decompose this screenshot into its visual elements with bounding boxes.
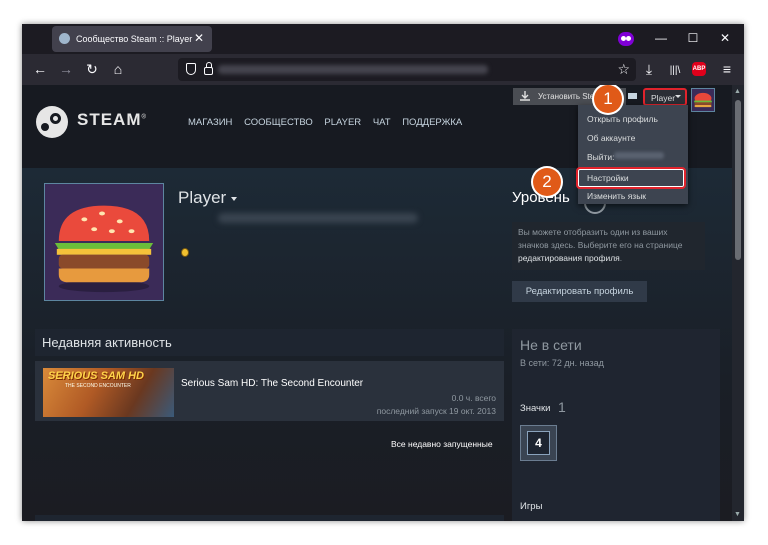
chevron-down-icon bbox=[231, 196, 238, 201]
steam-logo-text[interactable]: STEAM® bbox=[77, 110, 147, 130]
download-icon bbox=[520, 91, 530, 101]
capsule-title: SERIOUS SAM HD bbox=[48, 370, 144, 382]
logout-account-blurred bbox=[614, 152, 664, 159]
tab-close-icon[interactable]: ✕ bbox=[194, 32, 204, 44]
main-nav: МАГАЗИН СООБЩЕСТВО PLAYER ЧАТ ПОДДЕРЖКА bbox=[188, 117, 471, 128]
tracking-shield-icon[interactable] bbox=[186, 63, 196, 75]
forward-icon[interactable]: → bbox=[57, 61, 75, 77]
app-menu-icon[interactable]: ≡ bbox=[718, 61, 736, 77]
steam-logo-icon[interactable] bbox=[36, 106, 68, 138]
online-status: Не в сети bbox=[520, 337, 582, 353]
adblock-icon[interactable]: ABP bbox=[692, 62, 706, 76]
page-scrollbar[interactable]: ▲ ▼ bbox=[732, 85, 744, 521]
tab-title: Сообщество Steam :: Player bbox=[76, 34, 193, 44]
edit-profile-link[interactable]: редактирования профиля bbox=[518, 253, 620, 263]
notifications-envelope-icon[interactable] bbox=[628, 93, 637, 99]
chevron-down-icon bbox=[675, 95, 681, 98]
profile-username-text: Player bbox=[178, 188, 227, 207]
steam-page: STEAM® МАГАЗИН СООБЩЕСТВО PLAYER ЧАТ ПОД… bbox=[22, 85, 732, 521]
lock-icon[interactable] bbox=[204, 62, 213, 75]
navigation-toolbar: ← → ↻ ⌂ ☆ ⤓ |||\ ABP ≡ bbox=[22, 54, 744, 85]
library-icon[interactable]: |||\ bbox=[666, 63, 684, 79]
account-name: Player bbox=[651, 93, 676, 103]
nav-store[interactable]: МАГАЗИН bbox=[188, 117, 232, 128]
game-capsule-image[interactable]: SERIOUS SAM HD THE SECOND ENCOUNTER bbox=[43, 368, 174, 417]
back-icon[interactable]: ← bbox=[31, 61, 49, 77]
maximize-button[interactable]: ☐ bbox=[685, 31, 701, 45]
trademark: ® bbox=[141, 114, 147, 121]
profile-username[interactable]: Player bbox=[178, 188, 238, 208]
burger-avatar-icon bbox=[45, 184, 163, 300]
close-window-button[interactable]: ✕ bbox=[717, 31, 733, 45]
scroll-thumb[interactable] bbox=[735, 100, 741, 260]
badges-link[interactable]: Значки bbox=[520, 403, 550, 414]
showcase-text: Вы можете отобразить один из ваших значк… bbox=[518, 227, 683, 250]
nav-support[interactable]: ПОДДЕРЖКА bbox=[402, 117, 462, 128]
showcase-period: . bbox=[619, 253, 623, 263]
private-browsing-icon bbox=[618, 32, 634, 46]
account-dropdown-button[interactable]: Player bbox=[643, 88, 687, 106]
last-online: В сети: 72 дн. назад bbox=[520, 358, 604, 368]
menu-item-change-language[interactable]: Изменить язык bbox=[587, 191, 646, 201]
profile-avatar bbox=[44, 183, 164, 301]
badge-tile[interactable]: 4 bbox=[520, 425, 557, 461]
scroll-up-icon[interactable]: ▲ bbox=[734, 88, 741, 95]
browser-window: Сообщество Steam :: Player ✕ — ☐ ✕ ← → ↻… bbox=[22, 24, 744, 521]
game-hours: 0.0 ч. всего bbox=[451, 393, 496, 403]
game-last-played: последний запуск 19 окт. 2013 bbox=[376, 406, 496, 416]
badge-level: 4 bbox=[527, 431, 550, 455]
steam-logo-word: STEAM bbox=[77, 110, 142, 129]
games-link[interactable]: Игры bbox=[520, 501, 542, 512]
url-blurred bbox=[218, 65, 488, 74]
capsule-subtitle: THE SECOND ENCOUNTER bbox=[65, 383, 131, 389]
minimize-button[interactable]: — bbox=[653, 31, 669, 45]
recent-game-row: SERIOUS SAM HD THE SECOND ENCOUNTER Seri… bbox=[35, 361, 504, 421]
location-flag-icon bbox=[181, 248, 189, 257]
address-bar[interactable]: ☆ bbox=[178, 58, 636, 81]
header-avatar[interactable] bbox=[691, 88, 715, 112]
downloads-icon[interactable]: ⤓ bbox=[640, 61, 658, 77]
preferences-highlight-box bbox=[576, 167, 686, 189]
recent-activity-header: Недавняя активность bbox=[35, 329, 504, 356]
nav-community[interactable]: СООБЩЕСТВО bbox=[244, 117, 313, 128]
burger-avatar-icon bbox=[694, 92, 712, 108]
real-name-blurred bbox=[218, 213, 418, 223]
bookmark-star-icon[interactable]: ☆ bbox=[617, 61, 630, 78]
edit-profile-button[interactable]: Редактировать профиль bbox=[512, 281, 647, 302]
badges-count: 1 bbox=[558, 399, 566, 415]
steam-favicon-icon bbox=[59, 33, 70, 44]
all-recent-games-link[interactable]: Все недавно запущенные bbox=[391, 439, 493, 449]
scroll-down-icon[interactable]: ▼ bbox=[734, 511, 741, 518]
account-dropdown-menu: Открыть профиль Об аккаунте Выйти: Настр… bbox=[578, 105, 688, 204]
browser-tab[interactable]: Сообщество Steam :: Player ✕ bbox=[52, 26, 212, 52]
badge-showcase-hint: Вы можете отобразить один из ваших значк… bbox=[512, 222, 705, 270]
menu-item-account-details[interactable]: Об аккаунте bbox=[587, 133, 635, 143]
game-title[interactable]: Serious Sam HD: The Second Encounter bbox=[181, 378, 363, 389]
home-icon[interactable]: ⌂ bbox=[109, 61, 127, 77]
step-badge-1: 1 bbox=[594, 85, 622, 113]
menu-item-view-profile[interactable]: Открыть профиль bbox=[587, 114, 658, 124]
step-badge-2: 2 bbox=[533, 168, 561, 196]
menu-item-logout[interactable]: Выйти: bbox=[587, 152, 615, 162]
nav-profile[interactable]: PLAYER bbox=[324, 117, 361, 128]
nav-chat[interactable]: ЧАТ bbox=[373, 117, 391, 128]
tab-bar: Сообщество Steam :: Player ✕ — ☐ ✕ bbox=[22, 24, 744, 54]
next-section-strip bbox=[35, 515, 504, 521]
reload-icon[interactable]: ↻ bbox=[83, 61, 101, 77]
